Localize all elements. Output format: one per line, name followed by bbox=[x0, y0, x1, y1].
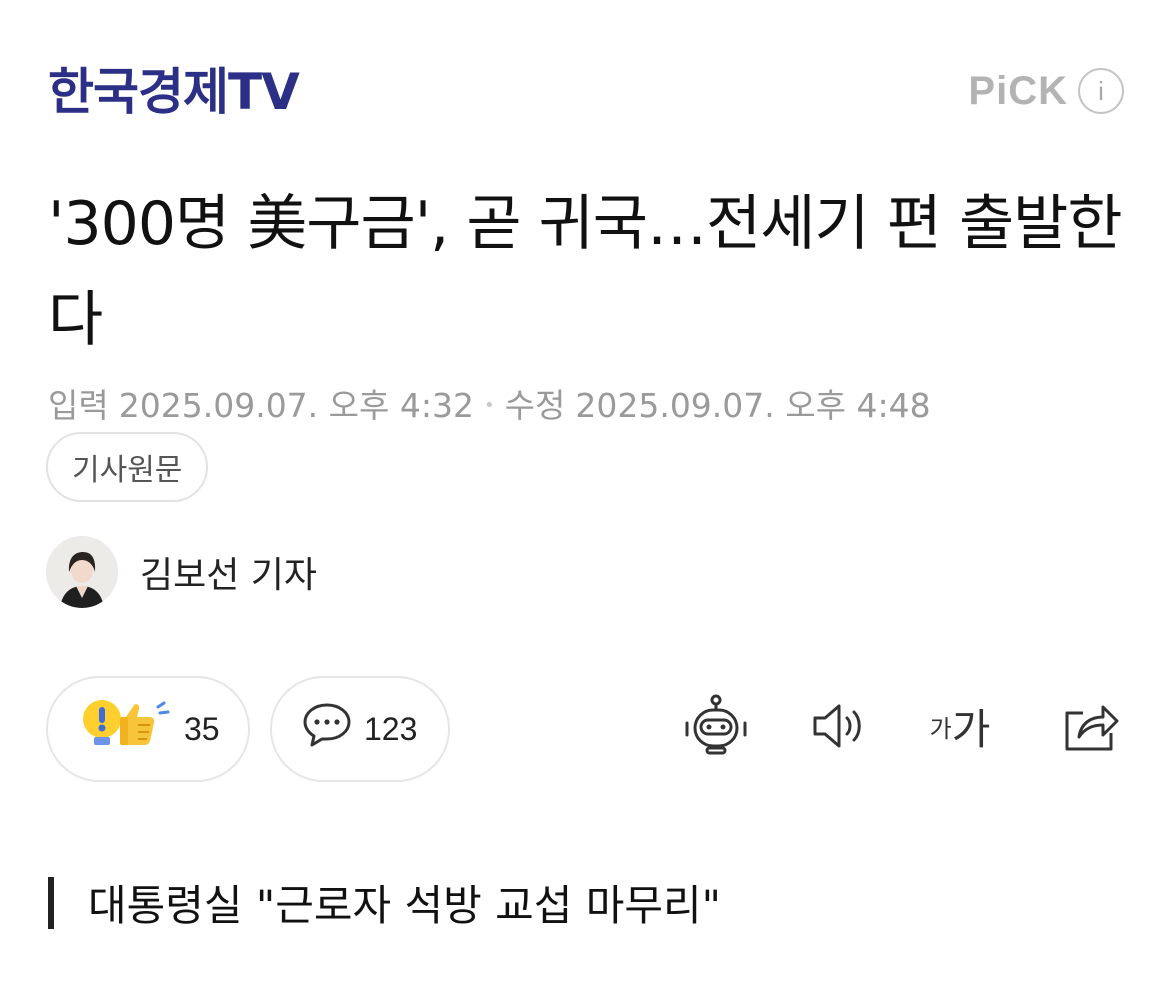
reporter-info[interactable]: 김보선 기자 bbox=[46, 536, 317, 608]
input-label: 입력 bbox=[48, 386, 109, 425]
comment-count: 123 bbox=[364, 710, 418, 747]
info-icon[interactable]: i bbox=[1078, 68, 1124, 114]
press-logo[interactable]: 한국경제TV bbox=[48, 62, 300, 122]
meta-separator: • bbox=[483, 395, 495, 416]
modified-label: 수정 bbox=[504, 386, 566, 425]
comment-icon bbox=[302, 701, 352, 757]
share-icon[interactable] bbox=[1054, 690, 1126, 762]
input-datetime: 2025.09.07. 오후 4:32 bbox=[118, 386, 474, 425]
summary-bot-icon[interactable] bbox=[680, 690, 752, 762]
reporter-name[interactable]: 김보선 기자 bbox=[140, 546, 317, 598]
subheading-bar bbox=[48, 876, 54, 929]
article-subheading: 대통령실 "근로자 석방 교섭 마무리" bbox=[48, 872, 721, 933]
font-size-small: 가 bbox=[929, 714, 952, 743]
font-size-large: 가 bbox=[951, 704, 991, 754]
comment-button[interactable]: 123 bbox=[270, 676, 450, 782]
font-size-icon[interactable]: 가가 bbox=[924, 690, 996, 762]
article-page: 한국경제TV PiCK i '300명 美구금', 곧 귀국…전세기 편 출발한… bbox=[0, 0, 1170, 983]
reporter-avatar[interactable] bbox=[46, 536, 118, 608]
pick-label: PiCK bbox=[968, 68, 1068, 113]
article-dates: 입력 2025.09.07. 오후 4:32 • 수정 2025.09.07. … bbox=[48, 384, 931, 428]
article-headline: '300명 美구금', 곧 귀국…전세기 편 출발한다 bbox=[48, 189, 1123, 355]
reaction-icon bbox=[80, 697, 172, 761]
speaker-icon[interactable] bbox=[804, 690, 876, 762]
reaction-count: 35 bbox=[184, 710, 220, 747]
modified-datetime: 2025.09.07. 오후 4:48 bbox=[575, 386, 931, 425]
original-article-button[interactable]: 기사원문 bbox=[46, 432, 209, 502]
pick-badge[interactable]: PiCK i bbox=[968, 68, 1124, 114]
reaction-button[interactable]: 35 bbox=[46, 676, 250, 782]
subheading-text: 대통령실 "근로자 석방 교섭 마무리" bbox=[88, 881, 721, 930]
